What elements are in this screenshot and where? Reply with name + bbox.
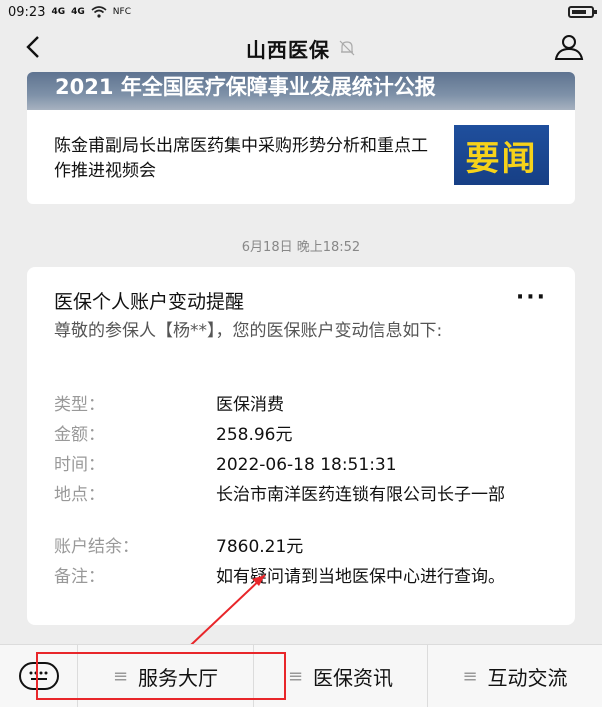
field-balance: 账户结余： 7860.21元 (54, 535, 549, 559)
news-thumbnail: 要闻 (454, 125, 549, 185)
field-amount: 金额： 258.96元 (54, 423, 549, 447)
clock: 09:23 (8, 4, 46, 20)
keyboard-icon (18, 662, 59, 690)
signal-icon: 4G (51, 7, 66, 17)
wifi-icon (91, 6, 107, 18)
mute-bell-icon (339, 40, 355, 56)
battery-icon (568, 6, 597, 18)
menu-lines-icon: ≡ (462, 665, 478, 687)
news-headline[interactable]: 陈金甫副局长出席医药集中采购形势分析和重点工作推进视频会 (54, 134, 439, 184)
status-bar: 09:23 4G 4G NFC (0, 0, 602, 24)
field-label: 时间： (54, 455, 105, 475)
field-type: 类型： 医保消费 (54, 393, 549, 417)
menu-label: 服务大厅 (138, 665, 219, 690)
back-icon[interactable] (18, 32, 48, 62)
menu-lines-icon: ≡ (287, 665, 304, 687)
field-value: 2022-06-18 18:51:31 (216, 455, 397, 475)
keyboard-toggle-button[interactable] (0, 645, 78, 707)
message-intro: 尊敬的参保人【杨**】，您的医保账户变动信息如下: (54, 321, 443, 341)
message-title: 医保个人账户变动提醒 (54, 291, 245, 313)
signal-icon: 4G (71, 7, 85, 17)
news-banner: 2021 年全国医疗保障事业发展统计公报 (27, 72, 575, 110)
field-value: 7860.21元 (216, 537, 304, 557)
menu-interaction[interactable]: ≡ 互动交流 (428, 645, 602, 707)
nfc-icon: NFC (112, 7, 131, 17)
menu-label: 医保资讯 (313, 665, 394, 690)
bottom-menu-bar: ≡ 服务大厅 ≡ 医保资讯 ≡ 互动交流 (0, 644, 602, 707)
news-card[interactable]: 2021 年全国医疗保障事业发展统计公报 陈金甫副局长出席医药集中采购形势分析和… (27, 72, 575, 204)
field-location: 地点： 长治市南洋医药连锁有限公司长子一部 (54, 483, 549, 507)
field-value: 如有疑问请到当地医保中心进行查询。 (216, 567, 505, 587)
menu-service-hall[interactable]: ≡ 服务大厅 (78, 645, 254, 707)
nav-bar: 山西医保 (0, 24, 602, 72)
field-value: 258.96元 (216, 425, 293, 445)
message-timestamp: 6月18日 晚上18:52 (241, 240, 361, 255)
menu-lines-icon: ≡ (112, 665, 129, 687)
menu-label: 互动交流 (487, 665, 568, 690)
profile-icon[interactable] (552, 32, 586, 62)
field-label: 金额： (54, 425, 105, 445)
more-options-icon[interactable]: ··· (516, 285, 547, 310)
field-label: 地点： (54, 485, 105, 505)
field-label: 类型： (54, 395, 105, 415)
field-time: 时间： 2022-06-18 18:51:31 (54, 453, 549, 477)
field-value: 医保消费 (216, 395, 284, 415)
field-remark: 备注： 如有疑问请到当地医保中心进行查询。 (54, 565, 549, 589)
field-label: 账户结余： (54, 537, 139, 557)
field-value: 长治市南洋医药连锁有限公司长子一部 (216, 485, 505, 505)
message-card[interactable]: 医保个人账户变动提醒 ··· 尊敬的参保人【杨**】，您的医保账户变动信息如下:… (27, 267, 575, 625)
page-title: 山西医保 (246, 37, 330, 62)
field-label: 备注： (54, 567, 105, 587)
menu-news[interactable]: ≡ 医保资讯 (254, 645, 428, 707)
